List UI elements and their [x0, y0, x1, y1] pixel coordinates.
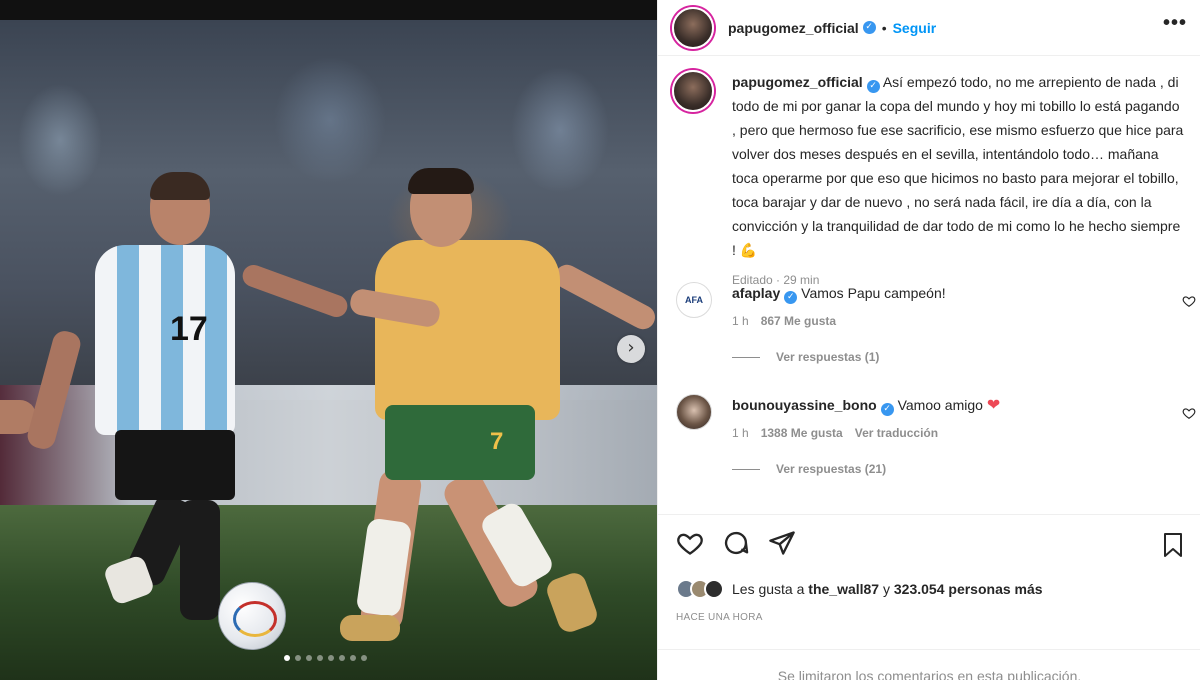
comment-verified-badge-icon: ✓	[880, 403, 894, 416]
save-bookmark-button[interactable]	[1161, 532, 1185, 558]
share-send-icon[interactable]	[768, 529, 796, 557]
post-photo[interactable]: 17 7 ›	[0, 0, 657, 680]
verified-badge-icon: ✓	[862, 21, 876, 34]
carousel-dot	[328, 655, 334, 661]
view-replies-label: Ver respuestas (1)	[776, 350, 880, 364]
caption-username[interactable]: papugomez_official	[732, 74, 863, 90]
action-icons	[676, 529, 796, 557]
see-translation-link[interactable]: Ver traducción	[855, 426, 938, 440]
carousel-dot	[284, 655, 290, 661]
carousel-dot	[306, 655, 312, 661]
player2-shorts	[385, 405, 535, 480]
post-time-ago[interactable]: HACE UNA HORA	[676, 612, 763, 623]
player2-jersey-number: 7	[490, 428, 504, 455]
comment-verified-badge-icon: ✓	[784, 291, 798, 304]
caption-text: Así empezó todo, no me arrepiento de nad…	[732, 74, 1184, 258]
liker-avatars	[676, 579, 724, 599]
comment-item: AFA afaplay ✓ Vamos Papu campeón! 1 h 867…	[676, 282, 1196, 364]
player1-leg-right	[180, 500, 220, 620]
comment-username[interactable]: bounouyassine_bono	[732, 397, 877, 413]
player1-hair	[150, 172, 210, 200]
comment-text-row: afaplay ✓ Vamos Papu campeón!	[732, 284, 946, 304]
post-header: papugomez_official ✓ • Seguir •••	[658, 0, 1200, 56]
replies-line	[732, 356, 760, 358]
comment-bubble-icon[interactable]	[722, 529, 750, 557]
author-username[interactable]: papugomez_official	[728, 20, 859, 36]
comment-likes[interactable]: 1388 Me gusta	[761, 426, 843, 440]
carousel-dot	[339, 655, 345, 661]
view-replies-label: Ver respuestas (21)	[776, 462, 887, 476]
player2-shoe	[340, 615, 400, 641]
likes-joiner: y	[883, 581, 890, 597]
comment-text-row: bounouyassine_bono ✓ Vamoo amigo ❤	[732, 396, 1000, 416]
comment-meta: 1 h 867 Me gusta	[732, 314, 946, 328]
carousel-dot	[295, 655, 301, 661]
red-heart-emoji-icon: ❤	[986, 395, 1001, 414]
comments-scroll-area[interactable]: papugomez_official ✓ Así empezó todo, no …	[658, 56, 1200, 512]
post-sidebar: papugomez_official ✓ • Seguir ••• papugo…	[657, 0, 1200, 680]
caption-author-avatar[interactable]	[672, 70, 714, 112]
author-avatar[interactable]	[672, 6, 714, 49]
comment-username[interactable]: afaplay	[732, 285, 780, 301]
caption-verified-badge-icon: ✓	[866, 80, 880, 93]
caption-text-block: papugomez_official ✓ Así empezó todo, no …	[732, 70, 1187, 292]
more-options-icon[interactable]: •••	[1163, 12, 1187, 35]
player1-shorts	[115, 430, 235, 500]
comment-text: Vamoo amigo	[897, 397, 983, 413]
comment-likes[interactable]: 867 Me gusta	[761, 314, 836, 328]
likes-summary[interactable]: Les gusta a the_wall87 y 323.054 persona…	[676, 579, 1043, 599]
comments-limited-notice: Se limitaron los comentarios en esta pub…	[658, 649, 1200, 680]
carousel-dot	[317, 655, 323, 661]
comment-avatar[interactable]: AFA	[676, 282, 712, 318]
carousel-dot	[350, 655, 356, 661]
comment-time[interactable]: 1 h	[732, 426, 749, 440]
comment-like-heart-icon[interactable]	[1182, 294, 1196, 308]
replies-line	[732, 468, 760, 470]
comment-text: Vamos Papu campeón!	[801, 285, 946, 301]
carousel-dot	[361, 655, 367, 661]
player2-hair	[408, 168, 474, 194]
like-heart-icon[interactable]	[676, 529, 704, 557]
comment-item: bounouyassine_bono ✓ Vamoo amigo ❤ 1 h 13…	[676, 394, 1196, 476]
follow-button[interactable]: Seguir	[893, 20, 937, 36]
flexed-arm-emoji-icon: 💪	[739, 242, 758, 258]
likes-user[interactable]: the_wall87	[808, 581, 879, 597]
soccer-ball	[218, 582, 286, 650]
view-replies-button[interactable]: Ver respuestas (21)	[732, 462, 1196, 476]
carousel-dots	[284, 655, 367, 661]
comment-meta: 1 h 1388 Me gusta Ver traducción	[732, 426, 1000, 440]
bookmark-icon	[1164, 533, 1182, 557]
player1-shirt	[95, 245, 235, 435]
carousel-next-button[interactable]: ›	[617, 335, 645, 363]
post-caption: papugomez_official ✓ Así empezó todo, no …	[672, 70, 1192, 292]
likes-prefix: Les gusta a	[732, 581, 805, 597]
post-actions: Les gusta a the_wall87 y 323.054 persona…	[658, 514, 1200, 680]
header-separator: •	[881, 19, 887, 36]
liker-avatar	[704, 579, 724, 599]
comment-avatar[interactable]	[676, 394, 712, 430]
photo-top-bar	[0, 0, 657, 20]
player2-shirt	[375, 240, 560, 420]
comment-like-heart-icon[interactable]	[1182, 406, 1196, 420]
player1-jersey-number: 17	[170, 310, 208, 348]
likes-count[interactable]: 323.054 personas más	[894, 581, 1043, 597]
view-replies-button[interactable]: Ver respuestas (1)	[732, 350, 1196, 364]
comment-time[interactable]: 1 h	[732, 314, 749, 328]
